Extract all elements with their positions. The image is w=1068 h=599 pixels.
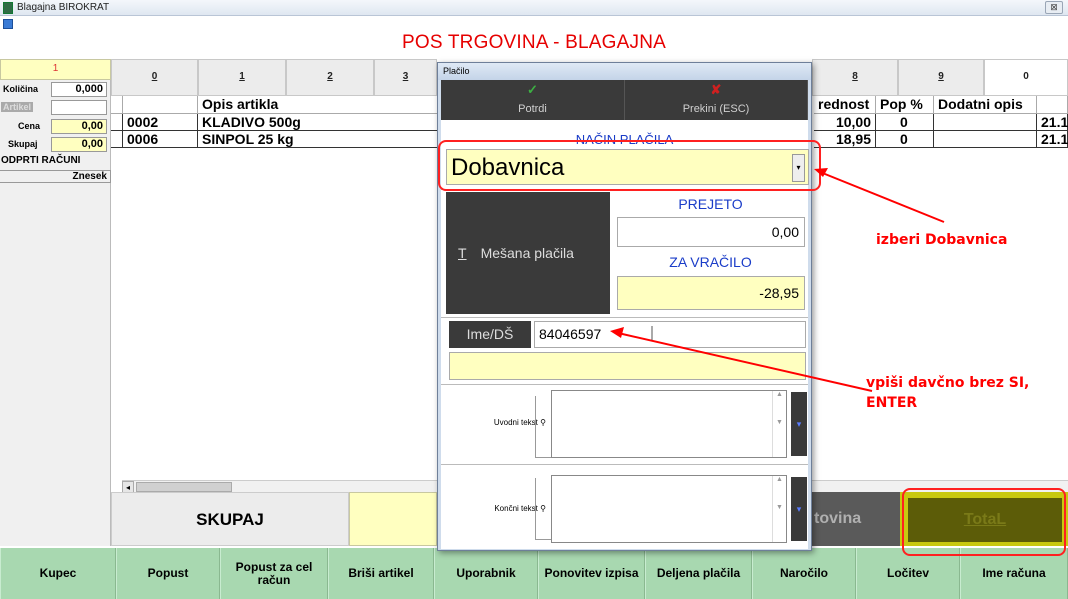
- ime-ds-input[interactable]: 84046597: [534, 321, 806, 348]
- uvodni-tekst-label: Uvodni tekst ⚲: [493, 418, 546, 427]
- koncni-dropdown-icon[interactable]: ▾: [791, 477, 807, 541]
- ponovitev-izpisa-button[interactable]: Ponovitev izpisa: [538, 548, 645, 599]
- ime-ds-label: Ime/DŠ: [449, 321, 531, 348]
- row-opis: SINPOL 25 kg: [198, 131, 438, 148]
- col-dodatni-opis: Dodatni opis: [934, 96, 1037, 114]
- row-sifra: 0006: [123, 131, 198, 148]
- row-vrednost: 18,95: [814, 131, 876, 148]
- za-vracilo-value: -28,95: [617, 276, 805, 310]
- kupec-button[interactable]: Kupec: [0, 548, 116, 599]
- checkmark-icon: ✓: [527, 82, 538, 97]
- potrdi-button[interactable]: ✓ Potrdi: [441, 80, 625, 120]
- skupaj-label-big: SKUPAJ: [111, 492, 349, 546]
- tab-2[interactable]: 2: [286, 59, 374, 96]
- window-titlebar: Blagajna BIROKRAT ⊠: [0, 0, 1068, 16]
- current-receipt-number: 1: [0, 59, 111, 80]
- window-title: Blagajna BIROKRAT: [17, 2, 110, 13]
- col-vrednost: rednost: [814, 96, 876, 114]
- left-panel: 1 Količina 0,000 Artikel Cena 0,00 Skupa…: [0, 59, 111, 546]
- kupec-info-field: [449, 352, 806, 380]
- popust-button[interactable]: Popust: [116, 548, 220, 599]
- skupaj-label: Skupaj: [8, 139, 38, 149]
- highlight-nacin-placila: [438, 140, 821, 191]
- tab-3[interactable]: 3: [374, 59, 437, 96]
- mesana-shortcut: T: [458, 245, 467, 261]
- annotation-vpisi-davcno: vpiši davčno brez SI,: [866, 375, 1030, 391]
- odprti-racuni-label: ODPRTI RAČUNI: [1, 155, 81, 166]
- app-icon: [3, 2, 13, 14]
- dialog-title: Plačilo: [438, 63, 811, 80]
- cross-icon: ✘: [710, 82, 722, 97]
- pos-window: Blagajna BIROKRAT ⊠ POS TRGOVINA - BLAGA…: [0, 0, 1068, 599]
- annotation-enter: ENTER: [866, 395, 918, 411]
- row-extra: 21.1: [1037, 131, 1068, 148]
- skupaj-row: Skupaj 0,00: [0, 136, 111, 153]
- artikel-row: Artikel: [0, 99, 111, 116]
- row-vrednost: 10,00: [814, 114, 876, 131]
- popust-cel-racun-button[interactable]: Popust za cel račun: [220, 548, 328, 599]
- kolicina-label: Količina: [3, 84, 39, 94]
- gotovina-button[interactable]: tovina: [800, 492, 900, 546]
- tab-0[interactable]: 0: [111, 59, 198, 96]
- annotation-izberi-dobavnica: izberi Dobavnica: [876, 232, 1008, 248]
- page-title: POS TRGOVINA - BLAGAJNA: [402, 32, 666, 53]
- col-popust: Pop %: [876, 96, 934, 114]
- scroll-thumb[interactable]: [136, 482, 232, 492]
- tab-1[interactable]: 1: [198, 59, 286, 96]
- close-button[interactable]: ⊠: [1045, 1, 1063, 14]
- highlight-total: [902, 488, 1066, 556]
- artikel-label: Artikel: [1, 102, 34, 112]
- mesana-label: Mešana plačila: [480, 245, 574, 261]
- row-popust: 0: [876, 131, 934, 148]
- deljena-placila-button[interactable]: Deljena plačila: [645, 548, 752, 599]
- refresh-icon[interactable]: [3, 19, 13, 29]
- koncni-tekst-input[interactable]: ▲ ▼: [551, 475, 787, 543]
- row-popust: 0: [876, 114, 934, 131]
- col-opis: Opis artikla: [198, 96, 438, 114]
- skupaj-input[interactable]: 0,00: [51, 137, 107, 152]
- textarea-scrollbar[interactable]: ▲ ▼: [772, 391, 786, 457]
- prekini-button[interactable]: ✘ Prekini (ESC): [625, 80, 808, 120]
- cena-row: Cena 0,00: [0, 118, 111, 135]
- znesek-header: Znesek: [0, 170, 111, 183]
- payment-dialog: Plačilo ✓ Potrdi ✘ Prekini (ESC) NAČIN P…: [437, 62, 812, 551]
- artikel-input[interactable]: [51, 100, 107, 115]
- cena-input[interactable]: 0,00: [51, 119, 107, 134]
- tab-8[interactable]: 8: [812, 59, 898, 96]
- kolicina-row: Količina 0,000: [0, 81, 111, 98]
- prejeto-label: PREJETO: [678, 196, 743, 212]
- skupaj-total-field: [349, 492, 437, 546]
- uvodni-dropdown-icon[interactable]: ▾: [791, 392, 807, 456]
- row-extra: 21.1: [1037, 114, 1068, 131]
- tab-10[interactable]: 0: [984, 59, 1068, 96]
- cena-label: Cena: [18, 121, 41, 131]
- narocilo-button[interactable]: Naročilo: [752, 548, 856, 599]
- row-sifra: 0002: [123, 114, 198, 131]
- brisi-artikel-button[interactable]: Briši artikel: [328, 548, 434, 599]
- za-vracilo-label: ZA VRAČILO: [669, 254, 752, 270]
- tab-9[interactable]: 9: [898, 59, 984, 96]
- mesana-placila-button[interactable]: T Mešana plačila: [446, 192, 610, 314]
- prejeto-input[interactable]: 0,00: [617, 217, 805, 247]
- kolicina-input[interactable]: 0,000: [51, 82, 107, 97]
- textarea-scrollbar[interactable]: ▲ ▼: [772, 476, 786, 542]
- uvodni-tekst-input[interactable]: ▲ ▼: [551, 390, 787, 458]
- uporabnik-button[interactable]: Uporabnik: [434, 548, 538, 599]
- koncni-tekst-label: Končni tekst ⚲: [494, 504, 546, 513]
- row-opis: KLADIVO 500g: [198, 114, 438, 131]
